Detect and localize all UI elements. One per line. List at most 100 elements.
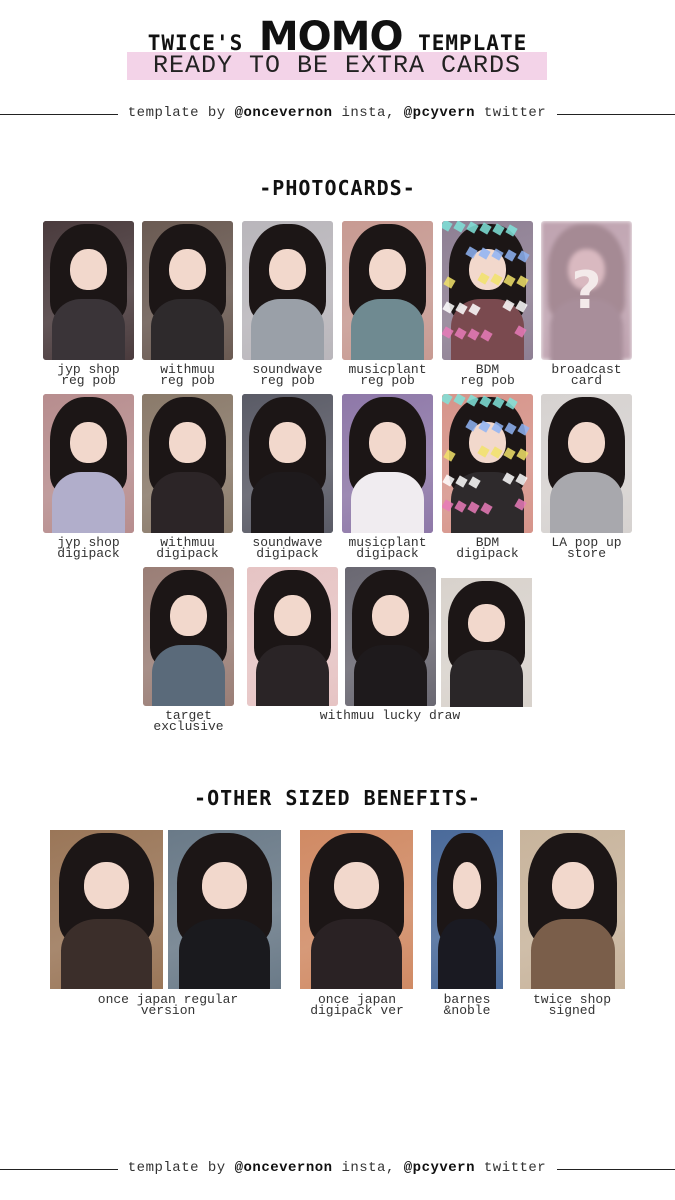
benefit-image bbox=[520, 830, 625, 989]
body-shape bbox=[530, 919, 615, 989]
label-soundwave-reg: soundwave reg pob bbox=[252, 362, 323, 388]
divider-right bbox=[557, 114, 675, 115]
face-shape bbox=[201, 861, 248, 910]
benefit-barnes-noble bbox=[431, 830, 503, 989]
photocard-jyp-shop-reg bbox=[43, 221, 134, 360]
body-shape bbox=[151, 471, 224, 533]
face-shape bbox=[551, 861, 594, 910]
photocard-musicplant-reg bbox=[342, 221, 433, 360]
other-benefits-section-title: -OTHER SIZED BENEFITS- bbox=[194, 786, 481, 810]
body-shape bbox=[61, 919, 152, 989]
label-target-exclusive: target exclusive bbox=[153, 708, 224, 734]
label-musicplant-reg: musicplant reg pob bbox=[348, 362, 427, 388]
face-shape bbox=[274, 594, 311, 637]
body-shape bbox=[152, 644, 225, 706]
face-shape bbox=[269, 421, 306, 464]
photocard-image bbox=[43, 221, 134, 360]
face-shape bbox=[170, 594, 207, 637]
label-withmuu-digipack: withmuu digipack bbox=[156, 535, 219, 561]
face-shape bbox=[369, 421, 406, 464]
body-shape bbox=[311, 919, 402, 989]
benefit-twice-shop-signed bbox=[520, 830, 625, 989]
benefit-once-japan-regular-1 bbox=[50, 830, 163, 989]
label-twice-shop-signed: twice shop signed bbox=[532, 992, 611, 1018]
photocard-target-exclusive bbox=[143, 567, 234, 706]
twitter-label: twitter bbox=[483, 105, 547, 121]
divider-right bbox=[557, 1169, 675, 1170]
label-once-japan-digipack: once japan digipack ver bbox=[310, 992, 404, 1018]
photocard-image bbox=[142, 394, 233, 533]
body-shape bbox=[354, 644, 427, 706]
face-shape bbox=[568, 421, 605, 464]
benefit-image bbox=[168, 830, 281, 989]
twitter-handle: @pcyvern bbox=[403, 105, 475, 121]
photocard-withmuu-digipack bbox=[142, 394, 233, 533]
insta-handle: @oncevernon bbox=[234, 105, 333, 121]
body-shape bbox=[52, 298, 125, 360]
body-shape bbox=[438, 919, 496, 989]
photocard-broadcast: ? bbox=[541, 221, 632, 360]
face-shape bbox=[169, 248, 206, 291]
insta-handle: @oncevernon bbox=[234, 1160, 333, 1176]
photocard-musicplant-digipack bbox=[342, 394, 433, 533]
photocard-image bbox=[441, 578, 532, 707]
photocard-bdm-reg bbox=[442, 221, 533, 360]
body-shape bbox=[550, 471, 623, 533]
label-la-pop-up: LA pop up store bbox=[551, 535, 622, 561]
credit-row-bottom: template by @oncevernon insta, @pcyvern … bbox=[0, 1160, 675, 1180]
divider-left bbox=[0, 1169, 118, 1170]
body-shape bbox=[351, 298, 424, 360]
photocard-withmuu-reg bbox=[142, 221, 233, 360]
label-jyp-shop-digipack: jyp shop digipack bbox=[57, 535, 120, 561]
photocard-soundwave-reg bbox=[242, 221, 333, 360]
question-mark-icon: ? bbox=[571, 261, 602, 321]
credit-text: template by @oncevernon insta, @pcyvern … bbox=[122, 1160, 552, 1176]
body-shape bbox=[256, 644, 329, 706]
label-soundwave-digipack: soundwave digipack bbox=[252, 535, 323, 561]
photocard-bdm-digipack bbox=[442, 394, 533, 533]
divider-left bbox=[0, 114, 118, 115]
photocard-image bbox=[345, 567, 436, 706]
face-shape bbox=[452, 861, 482, 910]
label-withmuu-reg: withmuu reg pob bbox=[160, 362, 215, 388]
label-bdm-reg: BDM reg pob bbox=[460, 362, 515, 388]
photocard-image bbox=[541, 394, 632, 533]
body-shape bbox=[151, 298, 224, 360]
credit-prefix: template by bbox=[127, 1160, 226, 1176]
face-shape bbox=[468, 603, 505, 643]
insta-label: insta, bbox=[341, 105, 395, 121]
twitter-handle: @pcyvern bbox=[403, 1160, 475, 1176]
subtitle-highlight: READY TO BE EXTRA CARDS bbox=[127, 52, 547, 80]
photocard-image bbox=[242, 221, 333, 360]
subtitle: READY TO BE EXTRA CARDS bbox=[152, 51, 522, 80]
benefit-image bbox=[431, 830, 503, 989]
label-once-japan-regular: once japan regular version bbox=[97, 992, 239, 1018]
photocard-withmuu-lucky-draw-1 bbox=[247, 567, 338, 706]
face-shape bbox=[83, 861, 130, 910]
face-shape bbox=[70, 248, 107, 291]
label-bdm-digipack: BDM digipack bbox=[456, 535, 519, 561]
face-shape bbox=[169, 421, 206, 464]
photocard-image bbox=[342, 394, 433, 533]
photocard-image bbox=[43, 394, 134, 533]
benefit-once-japan-digipack bbox=[300, 830, 413, 989]
body-shape bbox=[52, 471, 125, 533]
face-shape bbox=[333, 861, 380, 910]
benefit-image bbox=[300, 830, 413, 989]
credit-row-top: template by @oncevernon insta, @pcyvern … bbox=[0, 105, 675, 125]
photocards-section-title: -PHOTOCARDS- bbox=[259, 176, 416, 200]
credit-prefix: template by bbox=[127, 105, 226, 121]
benefit-image bbox=[50, 830, 163, 989]
face-shape bbox=[269, 248, 306, 291]
photocard-image bbox=[342, 221, 433, 360]
label-barnes-noble: barnes &noble bbox=[443, 992, 491, 1018]
photocard-image bbox=[143, 567, 234, 706]
body-shape bbox=[251, 298, 324, 360]
face-shape bbox=[372, 594, 409, 637]
body-shape bbox=[251, 471, 324, 533]
label-jyp-shop-reg: jyp shop reg pob bbox=[57, 362, 120, 388]
insta-label: insta, bbox=[341, 1160, 395, 1176]
photocard-image bbox=[142, 221, 233, 360]
benefit-once-japan-regular-2 bbox=[168, 830, 281, 989]
label-withmuu-lucky-draw: withmuu lucky draw bbox=[319, 708, 461, 723]
